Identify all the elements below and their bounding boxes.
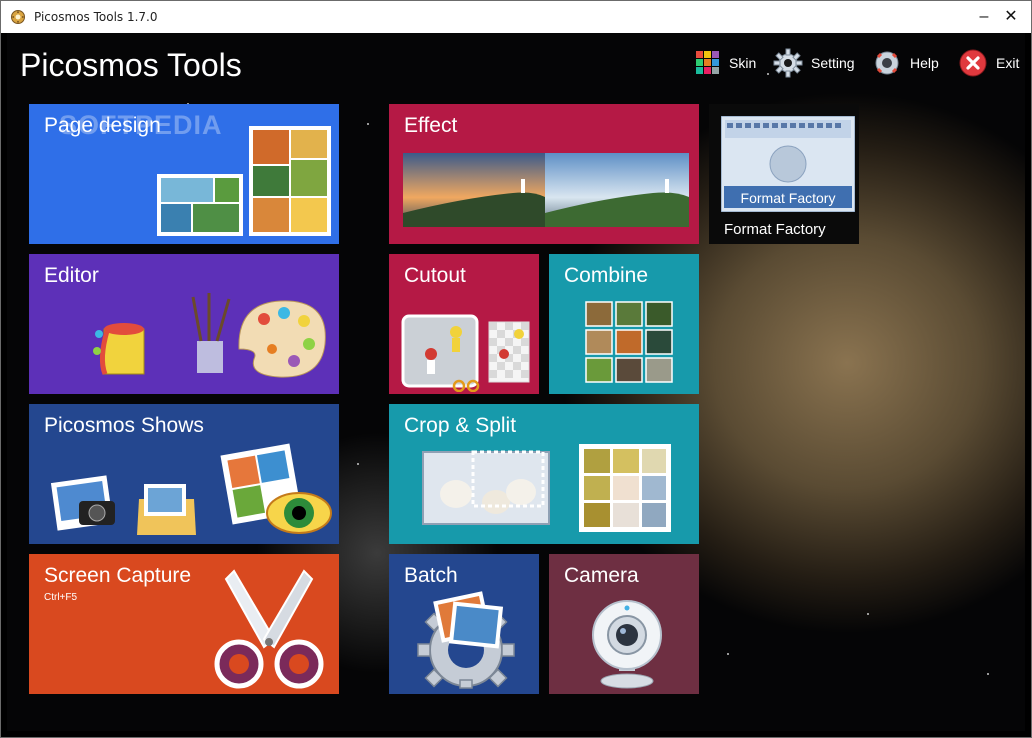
exit-icon [959,49,987,77]
tile-batch[interactable]: Batch [389,554,539,694]
title-bar: Picosmos Tools 1.7.0 – ✕ [1,1,1031,33]
gear-icon [773,48,803,78]
help-button[interactable]: Help [872,47,939,79]
exit-label: Exit [996,55,1020,71]
skin-icon [696,51,719,74]
shows-label: Picosmos Shows [44,414,204,437]
star [727,653,729,655]
skin-label: Skin [729,55,757,71]
main-area: Picosmos Tools Skin Setting Help Exit SO… [7,33,1025,731]
webcam-icon [592,600,662,689]
star [367,123,369,125]
camera-label: Camera [564,564,639,587]
effect-label: Effect [404,114,458,137]
app-window: Picosmos Tools 1.7.0 – ✕ Picosmos Tools … [0,0,1032,738]
window-title: Picosmos Tools 1.7.0 [34,10,158,24]
tile-cutout[interactable]: Cutout [389,254,539,394]
crop-icon [422,444,671,532]
help-label: Help [910,55,939,71]
tile-screen-capture[interactable]: Screen Capture Ctrl+F5 [29,554,339,694]
format-factory-logo-text: Format Factory [741,190,836,206]
app-title: Picosmos Tools [20,47,242,83]
batch-gear-icon [417,591,515,689]
cutout-icon [401,314,530,392]
cutout-label: Cutout [404,264,466,287]
tile-format-factory[interactable]: Format Factory Format Factory [709,104,859,244]
star [987,673,989,675]
photo-gallery-icon [50,443,332,535]
page-design-label: Page design [44,114,161,137]
screen-capture-shortcut: Ctrl+F5 [44,592,78,603]
collage-icon [157,126,331,236]
help-icon [875,51,899,75]
setting-label: Setting [811,55,855,71]
tile-page-design[interactable]: SOFTPEDIA Page design [29,104,339,244]
landscape-icon [403,153,689,227]
tile-picosmos-shows[interactable]: Picosmos Shows [29,404,339,544]
tile-effect[interactable]: Effect [389,104,699,244]
crop-split-label: Crop & Split [404,414,517,437]
combine-label: Combine [564,264,649,287]
close-button[interactable]: ✕ [994,1,1028,33]
tile-camera[interactable]: Camera [549,554,699,694]
format-factory-icon: Format Factory [721,116,855,212]
paint-palette-icon [93,293,326,378]
setting-button[interactable]: Setting [773,47,855,79]
tile-crop-split[interactable]: Crop & Split [389,404,699,544]
star [867,613,869,615]
tile-editor[interactable]: Editor [29,254,339,394]
tile-combine[interactable]: Combine [549,254,699,394]
star [357,463,359,465]
screen-capture-label: Screen Capture [44,564,192,587]
star [767,73,769,75]
image-grid-icon [585,301,673,383]
skin-button[interactable]: Skin [695,47,756,79]
exit-button[interactable]: Exit [958,47,1019,79]
format-factory-label: Format Factory [724,221,826,238]
batch-label: Batch [404,564,458,587]
editor-label: Editor [44,264,99,287]
app-icon [11,10,25,24]
scissors-icon [214,569,324,689]
